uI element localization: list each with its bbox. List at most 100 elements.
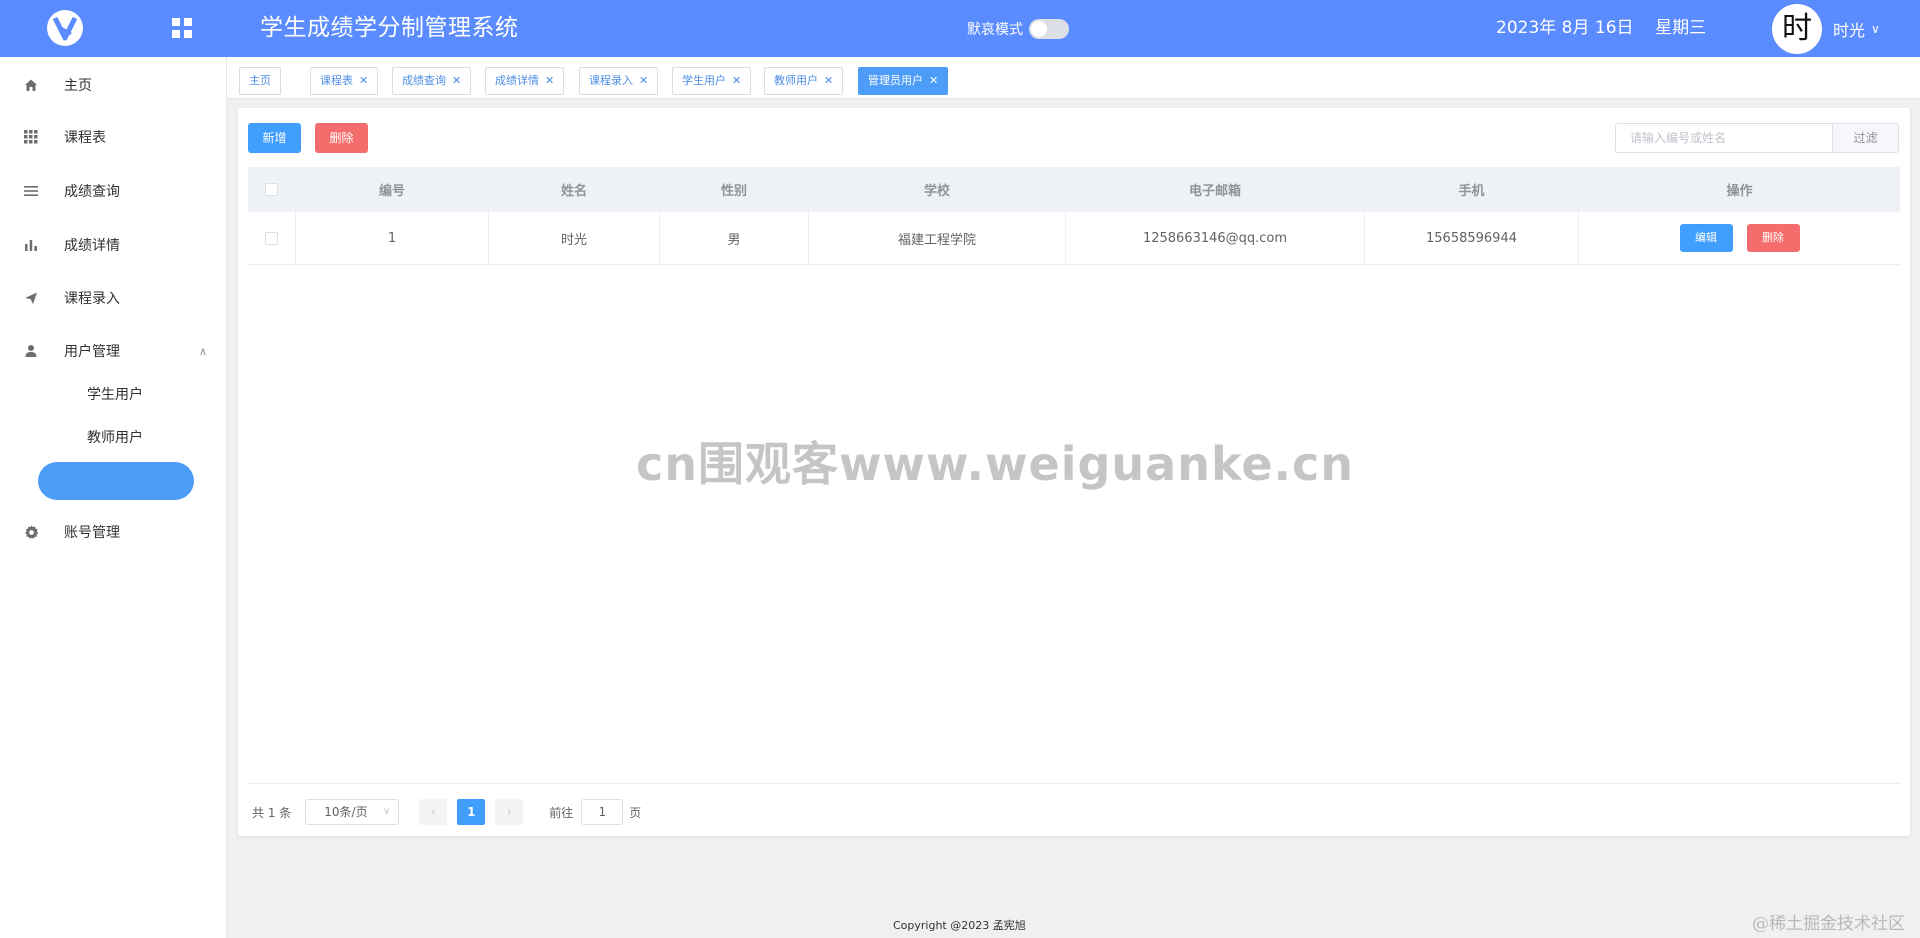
column-header: 编号 bbox=[296, 167, 489, 212]
tab-label: 主页 bbox=[249, 74, 271, 87]
cell-gender: 男 bbox=[660, 212, 809, 264]
admin-users-table: 编号 姓名 性别 学校 电子邮箱 手机 操作 1 时光 男 福建工程学院 125… bbox=[248, 167, 1900, 265]
cell-id: 1 bbox=[296, 212, 489, 264]
batch-delete-button[interactable]: 删除 bbox=[315, 123, 368, 153]
app-title: 学生成绩学分制管理系统 bbox=[260, 15, 519, 41]
column-header: 电子邮箱 bbox=[1066, 167, 1365, 212]
goto-prefix: 前往 bbox=[549, 805, 574, 820]
sidebar-item-label: 成绩查询 bbox=[64, 184, 120, 200]
column-header: 性别 bbox=[660, 167, 809, 212]
menu-toggle-grid-icon[interactable] bbox=[172, 18, 192, 38]
mourning-mode-switch[interactable] bbox=[1029, 19, 1069, 39]
search-input[interactable]: 请输入编号或姓名 bbox=[1615, 123, 1833, 153]
mourning-mode-label: 默哀模式 bbox=[967, 22, 1023, 38]
close-icon[interactable]: ✕ bbox=[639, 74, 648, 87]
close-icon[interactable]: ✕ bbox=[929, 74, 938, 87]
sidebar-item-user-management[interactable]: 用户管理 ∧ bbox=[0, 331, 227, 371]
tabs-bar: 主页 课程表 ✕ 成绩查询 ✕ 成绩详情 ✕ 课程录入 ✕ 学生用户 ✕ 教师用户 ✕ 管理… bbox=[227, 57, 1920, 99]
sidebar-item-account-management[interactable]: 账号管理 bbox=[0, 512, 227, 552]
sidebar-subitem-student-users[interactable]: 学生用户 bbox=[87, 380, 143, 410]
sidebar-item-label: 用户管理 bbox=[64, 344, 120, 360]
user-icon bbox=[22, 342, 40, 360]
grid-icon bbox=[22, 128, 40, 146]
close-icon[interactable]: ✕ bbox=[824, 74, 833, 87]
sidebar-item-label: 账号管理 bbox=[64, 525, 120, 541]
username: 时光 bbox=[1833, 21, 1866, 40]
table-header: 编号 姓名 性别 学校 电子邮箱 手机 操作 bbox=[248, 167, 1900, 212]
prev-page-button[interactable]: ‹ bbox=[419, 799, 448, 825]
app-logo-icon[interactable] bbox=[45, 8, 85, 48]
corner-watermark: @稀土掘金技术社区 bbox=[1752, 914, 1905, 934]
close-icon[interactable]: ✕ bbox=[545, 74, 554, 87]
tab-score-query[interactable]: 成绩查询 ✕ bbox=[392, 67, 472, 95]
tab-score-detail[interactable]: 成绩详情 ✕ bbox=[485, 67, 565, 95]
sidebar-item-score-query[interactable]: 成绩查询 bbox=[0, 171, 227, 211]
tab-label: 教师用户 bbox=[774, 74, 818, 87]
tab-label: 课程表 bbox=[320, 74, 353, 87]
home-icon bbox=[22, 76, 40, 94]
page-size-value: 10条/页 bbox=[324, 805, 368, 819]
chevron-down-icon: ∨ bbox=[382, 806, 391, 817]
sidebar-item-course-entry[interactable]: 课程录入 bbox=[0, 278, 227, 318]
select-all-checkbox[interactable] bbox=[265, 183, 278, 196]
sidebar-subitem-admin-users-active[interactable] bbox=[38, 462, 194, 500]
page-number-current[interactable]: 1 bbox=[457, 799, 486, 825]
tab-admin-users[interactable]: 管理员用户 ✕ bbox=[858, 67, 949, 95]
goto-suffix: 页 bbox=[629, 805, 642, 820]
gear-icon bbox=[22, 523, 40, 541]
row-checkbox[interactable] bbox=[265, 231, 278, 245]
page-size-select[interactable]: 10条/页 ∨ bbox=[305, 799, 400, 825]
tab-schedule[interactable]: 课程表 ✕ bbox=[310, 67, 379, 95]
close-icon[interactable]: ✕ bbox=[452, 74, 461, 87]
next-page-button[interactable]: › bbox=[495, 799, 524, 825]
top-header: 学生成绩学分制管理系统 默哀模式 2023年 8月 16日 星期三 时 时光 ∨ bbox=[0, 0, 1920, 57]
column-header: 学校 bbox=[809, 167, 1066, 212]
sidebar-item-label: 主页 bbox=[64, 78, 92, 94]
bar-chart-icon bbox=[22, 236, 40, 254]
cell-school: 福建工程学院 bbox=[809, 212, 1066, 264]
watermark: cn围观客www.weiguanke.cn bbox=[636, 437, 1355, 491]
table-bottom-divider bbox=[248, 783, 1900, 784]
cell-name: 时光 bbox=[489, 212, 660, 264]
send-icon bbox=[22, 289, 40, 307]
mourning-mode: 默哀模式 bbox=[967, 19, 1069, 39]
tab-home[interactable]: 主页 bbox=[239, 67, 281, 95]
add-button[interactable]: 新增 bbox=[248, 123, 301, 153]
sidebar-item-label: 课程表 bbox=[64, 130, 106, 146]
edit-button[interactable]: 编辑 bbox=[1679, 224, 1733, 252]
avatar[interactable]: 时 bbox=[1772, 4, 1822, 54]
tab-label: 学生用户 bbox=[682, 74, 726, 87]
column-header: 姓名 bbox=[489, 167, 660, 212]
sidebar-subitem-teacher-users[interactable]: 教师用户 bbox=[87, 423, 143, 453]
tab-student-users[interactable]: 学生用户 ✕ bbox=[672, 67, 752, 95]
current-date: 2023年 8月 16日 星期三 bbox=[1496, 18, 1707, 38]
tab-course-entry[interactable]: 课程录入 ✕ bbox=[579, 67, 659, 95]
row-select-cell bbox=[248, 212, 296, 264]
tab-label: 成绩详情 bbox=[495, 74, 539, 87]
user-menu[interactable]: 时光 ∨ bbox=[1833, 17, 1880, 41]
sidebar-item-score-detail[interactable]: 成绩详情 bbox=[0, 225, 227, 265]
sidebar-item-schedule[interactable]: 课程表 bbox=[0, 117, 227, 157]
sidebar-item-home[interactable]: 主页 bbox=[0, 65, 227, 105]
goto-page-input[interactable]: 1 bbox=[581, 799, 624, 825]
cell-actions: 编辑 删除 bbox=[1579, 212, 1900, 264]
sidebar-item-label: 课程录入 bbox=[64, 291, 120, 307]
tab-teacher-users[interactable]: 教师用户 ✕ bbox=[764, 67, 844, 95]
footer-copyright: Copyright @2023 孟宪旭 bbox=[893, 919, 1026, 932]
tab-label: 成绩查询 bbox=[402, 74, 446, 87]
chevron-up-icon: ∧ bbox=[198, 344, 207, 358]
filter-button[interactable]: 过滤 bbox=[1833, 123, 1899, 153]
chevron-down-icon: ∨ bbox=[1871, 22, 1880, 36]
sidebar: 主页 课程表 成绩查询 成绩详情 课程录入 用户管理 ∧ 学生用户 教师用户 账… bbox=[0, 57, 227, 938]
tab-label: 管理员用户 bbox=[868, 74, 923, 87]
close-icon[interactable]: ✕ bbox=[359, 74, 368, 87]
list-icon bbox=[22, 182, 40, 200]
tab-label: 课程录入 bbox=[589, 74, 633, 87]
close-icon[interactable]: ✕ bbox=[732, 74, 741, 87]
cell-email: 1258663146@qq.com bbox=[1066, 212, 1365, 264]
column-header: 手机 bbox=[1365, 167, 1579, 212]
goto-page: 前往 1 页 bbox=[549, 799, 641, 825]
table-row: 1 时光 男 福建工程学院 1258663146@qq.com 15658596… bbox=[248, 212, 1900, 265]
delete-button[interactable]: 删除 bbox=[1746, 224, 1800, 252]
select-all-cell bbox=[248, 167, 296, 212]
